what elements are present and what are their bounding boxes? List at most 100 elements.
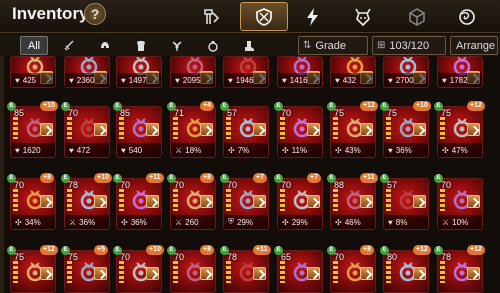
filter-tab-helmet[interactable] (94, 36, 116, 55)
help-button[interactable]: ? (84, 3, 106, 25)
item-stars (119, 117, 124, 139)
portal-tab[interactable] (444, 2, 490, 31)
upgrade-level-badge: +7 (307, 173, 321, 183)
set-badge-icon (413, 267, 426, 280)
item-stars (226, 117, 231, 139)
inventory-item-card[interactable]: ♥ 2700 (383, 56, 429, 88)
inventory-item-card[interactable]: 88 ✣ 46% (330, 178, 376, 230)
inventory-item-card[interactable]: ♥ 1497 (116, 56, 162, 88)
inventory-item-card[interactable]: ♥ 1946 (223, 56, 269, 88)
item-stars (280, 189, 285, 211)
upgrade-level-badge: +11 (360, 173, 378, 183)
inventory-item-card[interactable]: 70 (170, 250, 216, 293)
set-badge-icon (40, 267, 53, 280)
heart-icon: ♥ (69, 75, 74, 85)
inventory-item-card[interactable]: 75 ✣ 43% (330, 106, 376, 158)
item-stat: ♥ 1416 (278, 73, 322, 87)
demon-tab[interactable] (340, 2, 386, 31)
item-stars (386, 117, 391, 139)
equipped-badge: E (274, 246, 283, 255)
item-stat: ♥ 425 (11, 73, 55, 87)
item-stat: ♥ 2095 (171, 73, 215, 87)
inventory-item-card[interactable]: 70 ✣ 34% (10, 178, 56, 230)
upgrade-level-badge: +8 (360, 245, 374, 255)
accessory-tab[interactable] (240, 2, 288, 31)
equipped-badge: E (113, 174, 122, 183)
sword-icon: ⚔ (69, 217, 77, 227)
item-stat-value: 36% (79, 217, 96, 227)
inventory-item-card[interactable]: 78 ⚔ 36% (64, 178, 110, 230)
upgrade-level-badge: +12 (467, 101, 485, 111)
inventory-item-card[interactable]: ♥ 1782 (437, 56, 483, 88)
inventory-item-card[interactable]: 70 ✣ 36% (116, 178, 162, 230)
set-badge-icon (94, 123, 107, 136)
inventory-item-card[interactable]: 75 ✣ 47% (437, 106, 483, 158)
inventory-item-card[interactable]: 78 (223, 250, 269, 293)
item-stat: ♥ 1620 (11, 143, 55, 157)
inventory-item-card[interactable]: 75 ♥ 36% (383, 106, 429, 158)
inventory-item-card[interactable]: 70 ♥ 472 (64, 106, 110, 158)
inventory-item-card[interactable]: ♥ 425 (10, 56, 56, 88)
inventory-item-card[interactable]: 70 ⛨ 29% (223, 178, 269, 230)
item-stat-value: 1782 (449, 75, 468, 85)
inventory-item-card[interactable]: 70 ⚔ 10% (437, 178, 483, 230)
set-badge-icon (94, 267, 107, 280)
inventory-item-card[interactable]: 78 (437, 250, 483, 293)
chest-icon (137, 40, 145, 51)
set-badge-icon (467, 195, 480, 208)
crit-icon: ✣ (228, 145, 235, 155)
sword-icon: ⚔ (442, 217, 450, 227)
inventory-item-card[interactable]: 80 (383, 250, 429, 293)
inventory-item-card[interactable]: 85 ♥ 1620 (10, 106, 56, 158)
equipped-badge: E (113, 102, 122, 111)
set-badge-icon (200, 195, 213, 208)
inventory-item-card[interactable]: ♥ 2360 (64, 56, 110, 88)
sort-icon: ⇅ (303, 40, 312, 51)
filter-tab-ring[interactable] (202, 36, 224, 55)
filter-tab-gloves[interactable] (166, 36, 188, 55)
equipped-badge: E (274, 174, 283, 183)
inventory-item-card[interactable]: 71 ⚔ 18% (170, 106, 216, 158)
inventory-item-card[interactable]: 57 ♥ 8% (383, 178, 429, 230)
set-badge-icon (94, 195, 107, 208)
artifact-tab[interactable] (188, 2, 234, 31)
item-stat: ✣ 36% (117, 215, 161, 229)
inventory-item-card[interactable]: 75 (10, 250, 56, 293)
inventory-item-card[interactable]: 70 (116, 250, 162, 293)
inventory-item-card[interactable]: 65 (277, 250, 323, 293)
lightning-tab[interactable] (290, 2, 336, 31)
item-stat-value: 47% (451, 145, 468, 155)
equipped-badge: E (380, 102, 389, 111)
set-badge-icon (307, 195, 320, 208)
equipped-badge: E (220, 246, 229, 255)
inventory-item-card[interactable]: 70 ✣ 11% (277, 106, 323, 158)
inventory-item-card[interactable]: 57 ✣ 7% (223, 106, 269, 158)
capacity-count: 103/120 (389, 39, 430, 52)
filter-tab-weapon[interactable] (58, 36, 80, 55)
cube-tab[interactable] (394, 2, 440, 31)
item-stars (440, 261, 445, 283)
capacity-box: ⊞ 103/120 (372, 36, 446, 55)
crit-icon: ✣ (15, 217, 22, 227)
filter-tab-boots[interactable] (238, 36, 260, 55)
inventory-item-card[interactable]: 75 (64, 250, 110, 293)
inventory-item-card[interactable]: ♥ 432 (330, 56, 376, 88)
equipped-badge: E (380, 246, 389, 255)
inventory-item-card[interactable]: 85 ♥ 540 (116, 106, 162, 158)
inventory-item-card[interactable]: 70 ✣ 29% (277, 178, 323, 230)
portal-tab-icon (459, 8, 475, 25)
upgrade-level-badge: +8 (200, 245, 214, 255)
filter-tab-all[interactable]: All (20, 36, 48, 55)
inventory-item-card[interactable]: 70 ⚔ 260 (170, 178, 216, 230)
arrange-button[interactable]: Arrange (450, 36, 498, 55)
set-badge-icon (40, 123, 53, 136)
sort-grade-button[interactable]: ⇅ Grade (298, 36, 368, 55)
filter-tab-chest[interactable] (130, 36, 152, 55)
inventory-item-card[interactable]: ♥ 2095 (170, 56, 216, 88)
inventory-item-card[interactable]: 70 (330, 250, 376, 293)
equipped-badge: E (220, 174, 229, 183)
inventory-item-card[interactable]: ♥ 1416 (277, 56, 323, 88)
item-stat: ⛨ 29% (224, 215, 268, 229)
item-stars (173, 261, 178, 283)
item-stars (386, 189, 391, 211)
